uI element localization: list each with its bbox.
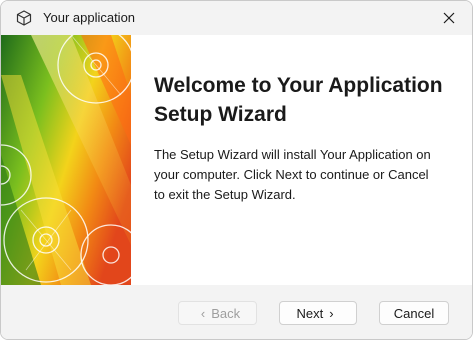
- cd-artwork-image: [1, 35, 131, 285]
- description-line-1: The Setup Wizard will install Your Appli…: [154, 147, 431, 162]
- close-button[interactable]: [426, 1, 472, 35]
- next-button[interactable]: Next ›: [279, 301, 357, 325]
- wizard-description: The Setup Wizard will install Your Appli…: [154, 145, 454, 205]
- title-bar[interactable]: Your application: [1, 1, 472, 35]
- wizard-content: Welcome to Your Application Setup Wizard…: [131, 35, 472, 285]
- window-title: Your application: [43, 10, 136, 25]
- cube-icon: [16, 10, 32, 26]
- back-button-label: Back: [211, 305, 241, 321]
- chevron-left-icon: ‹: [200, 305, 206, 321]
- next-button-label: Next: [296, 305, 324, 321]
- back-button[interactable]: ‹ Back: [178, 301, 257, 325]
- cancel-button[interactable]: Cancel: [379, 301, 449, 325]
- wizard-banner-image: [1, 35, 131, 285]
- close-icon: [443, 12, 455, 24]
- description-line-3: to exit the Setup Wizard.: [154, 187, 296, 202]
- chevron-right-icon: ›: [329, 305, 334, 321]
- heading-line-2: Setup Wizard: [154, 103, 287, 126]
- wizard-footer: ‹ Back Next › Cancel: [1, 285, 472, 339]
- wizard-heading: Welcome to Your Application Setup Wizard: [154, 71, 454, 129]
- setup-wizard-window: Your application Welcome to Your Applica…: [0, 0, 473, 340]
- heading-line-1: Welcome to Your Application: [154, 74, 443, 97]
- description-line-2: your computer. Click Next to continue or…: [154, 167, 429, 182]
- cancel-button-label: Cancel: [393, 305, 435, 321]
